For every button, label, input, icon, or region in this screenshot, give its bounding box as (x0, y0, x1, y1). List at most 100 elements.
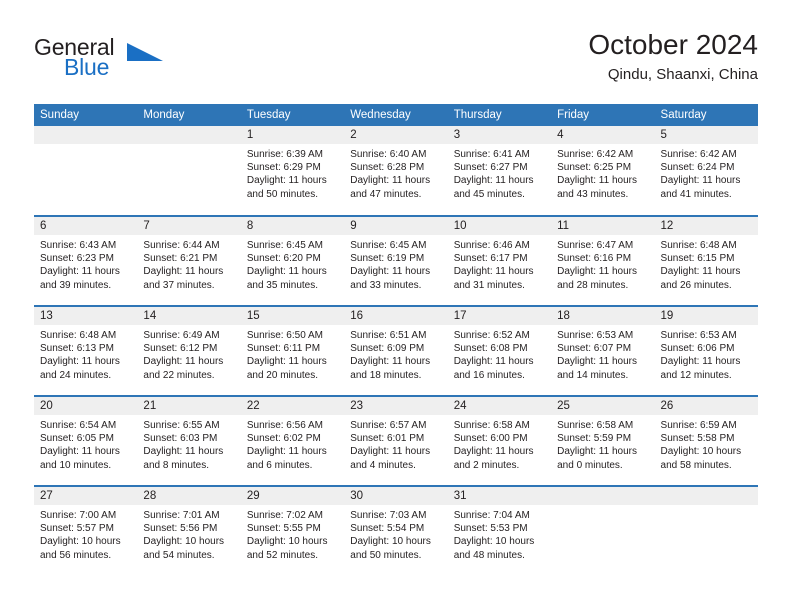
day-cell-details: Sunrise: 6:46 AM Sunset: 6:17 PM Daylight:… (448, 235, 551, 292)
day-number: 22 (240, 397, 345, 415)
day-cell-details: Sunrise: 6:43 AM Sunset: 6:23 PM Daylight:… (34, 235, 137, 292)
day-cell-inner: 15 Sunrise: 6:50 AM Sunset: 6:11 PM Dayligh… (240, 307, 345, 395)
daylight-duration-line1: Daylight: 10 hours (350, 536, 431, 548)
calendar-week-row: 1 Sunrise: 6:39 AM Sunset: 6:29 PM Daylight… (34, 126, 758, 216)
day-number: 7 (137, 217, 241, 235)
calendar-day-cell[interactable]: 4 Sunrise: 6:42 AM Sunset: 6:25 PM Daylight… (551, 126, 655, 216)
weekday-header-friday: Friday (551, 104, 655, 126)
day-cell-inner: 22 Sunrise: 6:56 AM Sunset: 6:02 PM Dayligh… (240, 397, 345, 485)
calendar-day-cell[interactable]: 29 Sunrise: 7:02 AM Sunset: 5:55 PM Dayligh… (240, 485, 345, 576)
calendar-page: General Blue October 2024 Qindu, Shaanxi… (0, 0, 792, 612)
day-number: 25 (551, 397, 655, 415)
sunrise-time: Sunrise: 6:44 AM (143, 240, 220, 251)
day-cell-inner: 29 Sunrise: 7:02 AM Sunset: 5:55 PM Dayligh… (240, 487, 345, 576)
logo-text-blue: Blue (64, 54, 110, 80)
page-title: October 2024 (588, 29, 758, 60)
daylight-duration-line2: and 26 minutes. (660, 279, 732, 291)
calendar-day-cell[interactable]: 18 Sunrise: 6:53 AM Sunset: 6:07 PM Dayligh… (551, 305, 655, 396)
daylight-duration-line1: Daylight: 11 hours (557, 266, 637, 278)
calendar-day-cell[interactable]: 30 Sunrise: 7:03 AM Sunset: 5:54 PM Dayligh… (344, 485, 448, 576)
calendar-week-row: 13 Sunrise: 6:48 AM Sunset: 6:13 PM Dayligh… (34, 305, 758, 396)
day-number: 4 (551, 126, 655, 144)
daylight-duration-line2: and 31 minutes. (453, 279, 525, 291)
day-cell-inner: 5 Sunrise: 6:42 AM Sunset: 6:24 PM Daylight… (654, 126, 758, 215)
calendar-day-cell[interactable]: 16 Sunrise: 6:51 AM Sunset: 6:09 PM Dayligh… (344, 305, 448, 396)
day-cell-inner: 25 Sunrise: 6:58 AM Sunset: 5:59 PM Dayligh… (551, 397, 655, 485)
daylight-duration-line1: Daylight: 10 hours (453, 536, 535, 548)
calendar-day-cell[interactable]: 25 Sunrise: 6:58 AM Sunset: 5:59 PM Dayligh… (551, 395, 655, 486)
day-number: 8 (240, 217, 345, 235)
daylight-duration-line1: Daylight: 11 hours (557, 175, 637, 187)
daylight-duration-line2: and 41 minutes. (660, 188, 732, 200)
calendar-day-cell[interactable]: 19 Sunrise: 6:53 AM Sunset: 6:06 PM Dayligh… (654, 305, 758, 396)
sunrise-time: Sunrise: 6:53 AM (660, 330, 737, 341)
calendar-day-cell[interactable]: 24 Sunrise: 6:58 AM Sunset: 6:00 PM Dayligh… (447, 395, 552, 486)
calendar-day-cell[interactable]: 22 Sunrise: 6:56 AM Sunset: 6:02 PM Dayligh… (240, 395, 345, 486)
calendar-day-cell[interactable]: 27 Sunrise: 7:00 AM Sunset: 5:57 PM Dayligh… (34, 485, 138, 576)
day-cell-details: Sunrise: 6:52 AM Sunset: 6:08 PM Daylight:… (448, 325, 551, 382)
calendar-day-cell[interactable]: 17 Sunrise: 6:52 AM Sunset: 6:08 PM Dayligh… (447, 305, 552, 396)
day-cell-details: Sunrise: 6:54 AM Sunset: 6:05 PM Daylight:… (34, 415, 137, 472)
calendar-day-cell[interactable]: 1 Sunrise: 6:39 AM Sunset: 6:29 PM Daylight… (240, 126, 345, 216)
sunset-time: Sunset: 6:16 PM (557, 253, 632, 265)
day-cell-inner: 2 Sunrise: 6:40 AM Sunset: 6:28 PM Daylight… (344, 126, 448, 215)
calendar-cell-empty (137, 126, 241, 216)
day-cell-details: Sunrise: 6:44 AM Sunset: 6:21 PM Daylight:… (137, 235, 240, 292)
daylight-duration-line1: Daylight: 11 hours (660, 356, 741, 368)
daylight-duration-line2: and 39 minutes. (40, 279, 112, 291)
general-blue-logo[interactable]: General Blue (34, 34, 234, 92)
calendar-day-cell[interactable]: 21 Sunrise: 6:55 AM Sunset: 6:03 PM Dayligh… (137, 395, 241, 486)
sunrise-time: Sunrise: 7:04 AM (453, 510, 530, 521)
day-cell-details: Sunrise: 6:57 AM Sunset: 6:01 PM Daylight:… (344, 415, 447, 472)
day-number: 19 (654, 307, 758, 325)
daylight-duration-line1: Daylight: 11 hours (557, 446, 637, 458)
calendar-day-cell[interactable]: 7 Sunrise: 6:44 AM Sunset: 6:21 PM Daylight… (137, 215, 241, 306)
calendar-day-cell[interactable]: 12 Sunrise: 6:48 AM Sunset: 6:15 PM Dayligh… (654, 215, 758, 306)
calendar-day-cell[interactable]: 31 Sunrise: 7:04 AM Sunset: 5:53 PM Dayligh… (447, 485, 552, 576)
sunrise-time: Sunrise: 6:42 AM (557, 149, 634, 160)
sunrise-time: Sunrise: 6:57 AM (350, 420, 427, 431)
calendar-day-cell[interactable]: 2 Sunrise: 6:40 AM Sunset: 6:28 PM Daylight… (344, 126, 448, 216)
calendar-day-cell[interactable]: 14 Sunrise: 6:49 AM Sunset: 6:12 PM Dayligh… (137, 305, 241, 396)
calendar-day-cell[interactable]: 6 Sunrise: 6:43 AM Sunset: 6:23 PM Daylight… (34, 215, 138, 306)
day-cell-inner: 28 Sunrise: 7:01 AM Sunset: 5:56 PM Dayligh… (137, 487, 241, 576)
day-cell-inner: 17 Sunrise: 6:52 AM Sunset: 6:08 PM Dayligh… (447, 307, 552, 395)
calendar-day-cell[interactable]: 3 Sunrise: 6:41 AM Sunset: 6:27 PM Daylight… (447, 126, 552, 216)
day-number: 13 (34, 307, 138, 325)
calendar-day-cell[interactable]: 20 Sunrise: 6:54 AM Sunset: 6:05 PM Dayligh… (34, 395, 138, 486)
sunset-time: Sunset: 6:20 PM (246, 253, 321, 265)
calendar-day-cell[interactable]: 15 Sunrise: 6:50 AM Sunset: 6:11 PM Dayligh… (240, 305, 345, 396)
calendar-day-cell[interactable]: 9 Sunrise: 6:45 AM Sunset: 6:19 PM Daylight… (344, 215, 448, 306)
day-cell-details: Sunrise: 6:47 AM Sunset: 6:16 PM Daylight:… (551, 235, 654, 292)
calendar-day-cell[interactable]: 8 Sunrise: 6:45 AM Sunset: 6:20 PM Daylight… (240, 215, 345, 306)
day-cell-details: Sunrise: 6:58 AM Sunset: 6:00 PM Daylight:… (448, 415, 551, 472)
calendar-day-cell[interactable]: 13 Sunrise: 6:48 AM Sunset: 6:13 PM Dayligh… (34, 305, 138, 396)
calendar-day-cell[interactable]: 10 Sunrise: 6:46 AM Sunset: 6:17 PM Dayligh… (447, 215, 552, 306)
calendar-cell-empty (551, 485, 655, 576)
sunrise-time: Sunrise: 6:42 AM (660, 149, 737, 160)
daylight-duration-line1: Daylight: 11 hours (40, 446, 120, 458)
daylight-duration-line1: Daylight: 11 hours (453, 266, 534, 278)
calendar-day-cell[interactable]: 5 Sunrise: 6:42 AM Sunset: 6:24 PM Daylight… (654, 126, 758, 216)
sunrise-time: Sunrise: 6:45 AM (246, 240, 323, 251)
daylight-duration-line2: and 58 minutes. (660, 459, 732, 471)
sunrise-time: Sunrise: 6:55 AM (143, 420, 220, 431)
day-cell-inner: 18 Sunrise: 6:53 AM Sunset: 6:07 PM Dayligh… (551, 307, 655, 395)
calendar-day-cell[interactable]: 28 Sunrise: 7:01 AM Sunset: 5:56 PM Dayligh… (137, 485, 241, 576)
day-cell-inner: 24 Sunrise: 6:58 AM Sunset: 6:00 PM Dayligh… (447, 397, 552, 485)
day-cell-inner: 9 Sunrise: 6:45 AM Sunset: 6:19 PM Daylight… (344, 217, 448, 305)
calendar-day-cell[interactable]: 23 Sunrise: 6:57 AM Sunset: 6:01 PM Dayligh… (344, 395, 448, 486)
day-cell-inner: 16 Sunrise: 6:51 AM Sunset: 6:09 PM Dayligh… (344, 307, 448, 395)
day-number: 16 (344, 307, 448, 325)
day-cell-inner: 19 Sunrise: 6:53 AM Sunset: 6:06 PM Dayligh… (654, 307, 758, 395)
day-number (551, 487, 655, 505)
daylight-duration-line2: and 45 minutes. (453, 188, 525, 200)
day-cell-inner: 23 Sunrise: 6:57 AM Sunset: 6:01 PM Dayligh… (344, 397, 448, 485)
day-cell-details: Sunrise: 7:00 AM Sunset: 5:57 PM Daylight:… (34, 505, 137, 562)
day-number: 26 (654, 397, 758, 415)
calendar-day-cell[interactable]: 11 Sunrise: 6:47 AM Sunset: 6:16 PM Dayligh… (551, 215, 655, 306)
day-number: 17 (447, 307, 552, 325)
daylight-duration-line2: and 12 minutes. (660, 369, 732, 381)
calendar-day-cell[interactable]: 26 Sunrise: 6:59 AM Sunset: 5:58 PM Dayligh… (654, 395, 758, 486)
sunrise-time: Sunrise: 6:54 AM (40, 420, 117, 431)
